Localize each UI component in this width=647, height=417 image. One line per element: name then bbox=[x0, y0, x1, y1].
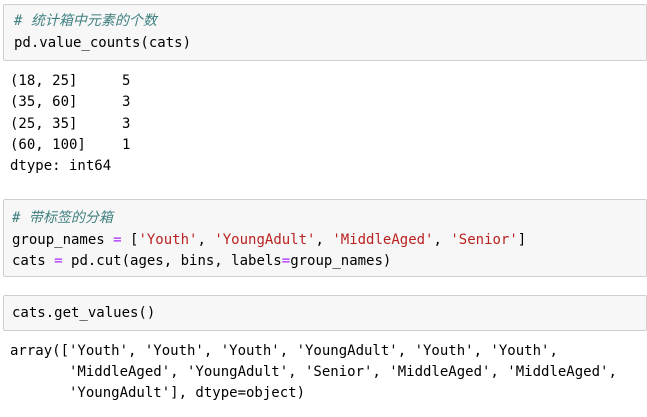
code-text: pd.cut(ages, bins, labels bbox=[62, 253, 282, 269]
code-operator: = bbox=[113, 232, 122, 248]
code-variable: cats bbox=[12, 253, 55, 269]
code-line: group_names = ['Youth', 'YoungAdult', 'M… bbox=[12, 232, 527, 248]
output-row-label: (60, 100] bbox=[10, 137, 86, 153]
code-line: cats.get_values() bbox=[12, 305, 156, 321]
output-row-label: (25, 35] bbox=[10, 116, 78, 132]
output-dtype: dtype: int64 bbox=[10, 158, 112, 174]
output-line: 'YoungAdult'], dtype=object) bbox=[10, 385, 306, 401]
output-row-count: 5 bbox=[122, 73, 131, 89]
code-operator: = bbox=[54, 253, 63, 269]
code-string: 'YoungAdult' bbox=[214, 232, 316, 248]
code-operator: = bbox=[281, 253, 291, 269]
code-line: pd.value_counts(cats) bbox=[14, 35, 192, 51]
code-cell-group-names[interactable]: # 带标签的分箱 group_names = ['Youth', 'YoungA… bbox=[3, 199, 647, 277]
code-variable: group_names bbox=[12, 232, 114, 248]
code-comment: # 带标签的分箱 bbox=[12, 210, 113, 226]
output-line: array(['Youth', 'Youth', 'Youth', 'Young… bbox=[10, 343, 558, 359]
output-row-count: 1 bbox=[122, 137, 131, 153]
code-cell-value-counts[interactable]: # 统计箱中元素的个数 pd.value_counts(cats) bbox=[3, 4, 647, 61]
code-line: cats = pd.cut(ages, bins, labels=group_n… bbox=[12, 251, 391, 272]
code-string: 'MiddleAged' bbox=[332, 232, 434, 248]
output-row-count: 3 bbox=[122, 94, 131, 110]
code-text: group_names) bbox=[290, 253, 392, 269]
code-string: 'Senior' bbox=[450, 232, 518, 248]
output-line: 'MiddleAged', 'YoungAdult', 'Senior', 'M… bbox=[10, 364, 617, 380]
output-row-label: (18, 25] bbox=[10, 73, 78, 89]
code-comment: # 统计箱中元素的个数 bbox=[14, 13, 157, 29]
code-text: ] bbox=[517, 232, 527, 248]
code-string: 'Youth' bbox=[138, 232, 198, 248]
output-row-label: (35, 60] bbox=[10, 94, 78, 110]
code-cell-get-values[interactable]: cats.get_values() bbox=[3, 295, 647, 331]
output-row-count: 3 bbox=[122, 116, 131, 132]
code-text: [ bbox=[121, 232, 139, 248]
